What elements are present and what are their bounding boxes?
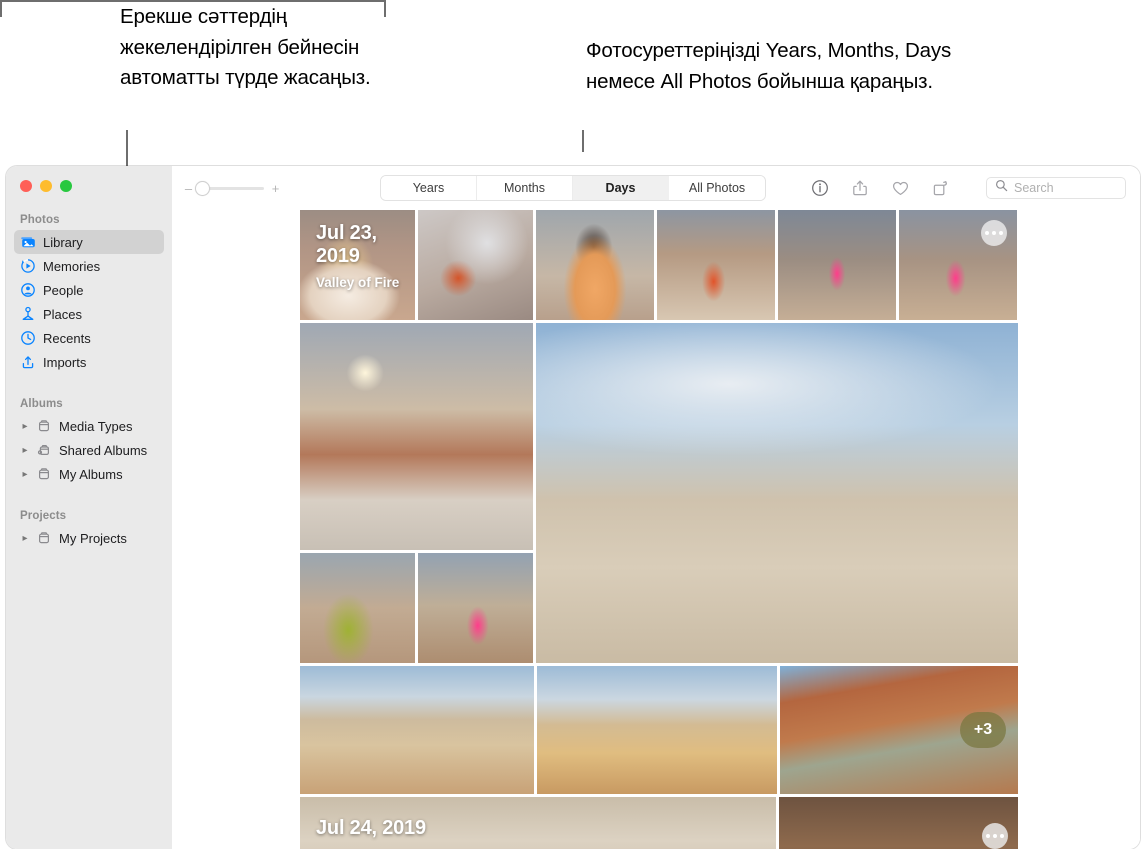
chevron-right-icon[interactable]: ▸: [20, 445, 30, 456]
photo-thumbnail[interactable]: [778, 210, 896, 320]
memories-icon: [20, 258, 36, 274]
sidebar-item-my-albums[interactable]: ▸ My Albums: [14, 462, 164, 486]
tab-months[interactable]: Months: [477, 176, 573, 200]
day-header-overlay: Jul 23, 2019 Valley of Fire: [316, 222, 415, 290]
sidebar-item-label: Imports: [43, 354, 87, 370]
share-icon[interactable]: [850, 178, 870, 198]
sidebar-item-label: Places: [43, 306, 83, 322]
zoom-slider-knob[interactable]: [195, 181, 210, 196]
photo-grid-scroll-area[interactable]: Jul 23, 2019 Valley of Fire +3 Jul 24, 2…: [172, 210, 1140, 849]
photo-thumbnail[interactable]: [899, 210, 1017, 320]
photo-thumbnail[interactable]: [657, 210, 775, 320]
tab-all-photos[interactable]: All Photos: [669, 176, 765, 200]
photo-thumbnail[interactable]: +3: [780, 666, 1018, 794]
rotate-icon[interactable]: [930, 178, 950, 198]
sidebar-item-label: My Projects: [59, 530, 127, 546]
zoom-slider-track[interactable]: [195, 181, 264, 196]
search-field[interactable]: Search: [986, 177, 1126, 199]
photo-row: +3: [300, 666, 1018, 794]
toolbar: – + Years Months Days All Photos Search: [172, 166, 1140, 210]
window-traffic-lights: [6, 166, 172, 192]
photo-thumbnail[interactable]: [536, 210, 654, 320]
photo-row: Jul 23, 2019 Valley of Fire: [300, 210, 1018, 320]
day-header-overlay: Jul 24, 2019: [316, 817, 426, 840]
tab-years[interactable]: Years: [381, 176, 477, 200]
sidebar-item-label: Shared Albums: [59, 442, 148, 458]
more-options-icon[interactable]: [982, 823, 1008, 849]
search-placeholder: Search: [1014, 181, 1054, 195]
close-button[interactable]: [20, 180, 32, 192]
photo-hero[interactable]: [536, 323, 1018, 663]
photo-thumbnail[interactable]: [300, 553, 415, 663]
sidebar-item-my-projects[interactable]: ▸ My Projects: [14, 526, 164, 550]
day-date-label: Jul 23, 2019: [316, 222, 377, 267]
tab-days[interactable]: Days: [573, 176, 669, 200]
annotation-view-modes-callout: Фотосуреттеріңізді Years, Months, Days н…: [586, 39, 952, 93]
clock-icon: [20, 330, 36, 346]
map-pin-icon: [20, 306, 36, 322]
photo-grid: Jul 23, 2019 Valley of Fire +3 Jul 24, 2…: [300, 210, 1018, 849]
sidebar-item-places[interactable]: Places: [14, 302, 164, 326]
sidebar-item-library[interactable]: Library: [14, 230, 164, 254]
photo-thumbnail[interactable]: Jul 23, 2019 Valley of Fire: [300, 210, 415, 320]
sidebar-section-header-albums: Albums: [20, 398, 63, 410]
sidebar-item-memories[interactable]: Memories: [14, 254, 164, 278]
main-content: – + Years Months Days All Photos Search …: [172, 166, 1140, 849]
sidebar-item-label: Library: [43, 234, 83, 250]
sidebar-item-recents[interactable]: Recents: [14, 326, 164, 350]
search-icon: [995, 179, 1008, 197]
minimize-button[interactable]: [40, 180, 52, 192]
chevron-right-icon[interactable]: ▸: [20, 421, 30, 432]
album-box-icon: [36, 530, 52, 546]
info-icon[interactable]: [810, 178, 830, 198]
album-box-icon: [36, 418, 52, 434]
photo-row: Jul 24, 2019: [300, 797, 1018, 849]
photo-thumbnail[interactable]: [300, 323, 533, 550]
sidebar-item-label: Media Types: [59, 418, 133, 434]
day-place-label: Valley of Fire: [316, 275, 400, 290]
sidebar-item-label: My Albums: [59, 466, 123, 482]
sidebar-section-header-projects: Projects: [20, 510, 67, 522]
chevron-right-icon[interactable]: ▸: [20, 533, 30, 544]
import-arrow-icon: [20, 354, 36, 370]
photos-app-window: Photos Library Memories People Places Re…: [6, 166, 1140, 849]
sidebar-item-media-types[interactable]: ▸ Media Types: [14, 414, 164, 438]
additional-photos-badge[interactable]: +3: [960, 712, 1006, 748]
photo-stack-icon: [20, 234, 36, 250]
zoom-button[interactable]: [60, 180, 72, 192]
person-circle-icon: [20, 282, 36, 298]
photo-thumbnail[interactable]: [537, 666, 777, 794]
more-options-icon[interactable]: [981, 220, 1007, 246]
photo-thumbnail[interactable]: [418, 210, 533, 320]
toolbar-actions: [810, 178, 950, 198]
zoom-slider[interactable]: – +: [184, 181, 280, 196]
shared-album-box-icon: [36, 442, 52, 458]
favorite-heart-icon[interactable]: [890, 178, 910, 198]
sidebar-item-label: Recents: [43, 330, 91, 346]
sidebar-item-label: People: [43, 282, 84, 298]
sidebar-item-imports[interactable]: Imports: [14, 350, 164, 374]
photo-thumbnail[interactable]: [779, 797, 1018, 849]
chevron-right-icon[interactable]: ▸: [20, 469, 30, 480]
sidebar-section-header-photos: Photos: [20, 214, 60, 226]
view-mode-segmented-control[interactable]: Years Months Days All Photos: [380, 175, 766, 201]
day-date-label: Jul 24, 2019: [316, 817, 426, 839]
photo-thumbnail[interactable]: [300, 666, 534, 794]
leader-line-right-stem: [582, 130, 584, 152]
sidebar-item-shared-albums[interactable]: ▸ Shared Albums: [14, 438, 164, 462]
photo-row: [300, 323, 1018, 663]
zoom-out-button[interactable]: –: [184, 181, 193, 196]
zoom-in-button[interactable]: +: [271, 181, 280, 196]
photo-thumbnail[interactable]: [418, 553, 533, 663]
annotation-memories-callout: Ерекше сәттердің жекелендірілген бейнесі…: [120, 5, 371, 89]
photo-thumbnail[interactable]: Jul 24, 2019: [300, 797, 776, 849]
album-box-icon: [36, 466, 52, 482]
sidebar: Photos Library Memories People Places Re…: [6, 166, 172, 849]
sidebar-item-people[interactable]: People: [14, 278, 164, 302]
sidebar-item-label: Memories: [43, 258, 101, 274]
